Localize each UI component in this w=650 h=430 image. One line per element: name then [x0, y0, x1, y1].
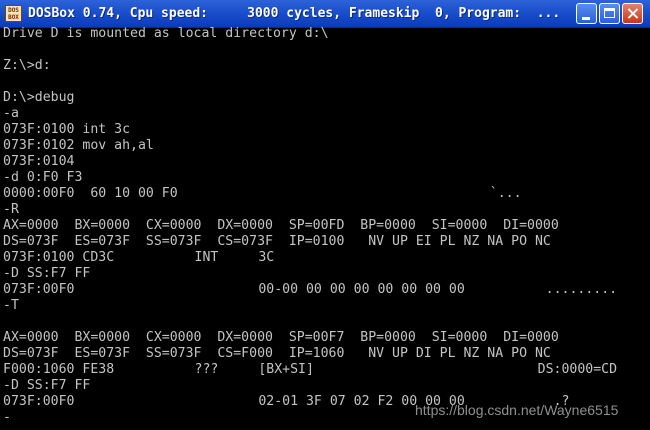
console-text: DS=073F ES=073F SS=073F CS=073F IP=0100 …: [3, 234, 551, 249]
console-line: 073F:0100 int 3c: [3, 122, 647, 138]
console-line: Drive D is mounted as local directory d:…: [3, 26, 647, 42]
console-text: 073F:0104: [3, 154, 75, 169]
console-text: Z:\>d:: [3, 58, 51, 73]
console-text: 073F:0102 mov ah,al: [3, 138, 154, 153]
console-line: 073F:0104: [3, 154, 647, 170]
console-line: -R: [3, 202, 647, 218]
console-text: DS=073F ES=073F SS=073F CS=F000 IP=1060 …: [3, 346, 551, 361]
console-text: 073F:00F0: [3, 394, 75, 409]
console-text: -a: [3, 106, 19, 121]
console-text: 0000:00F0 60 10 00 F0: [3, 186, 178, 201]
console-text: `...: [489, 186, 522, 201]
window-title: DOSBox 0.74, Cpu speed: 3000 cycles, Fra…: [28, 6, 561, 21]
console-line: AX=0000 BX=0000 CX=0000 DX=0000 SP=00F7 …: [3, 330, 647, 346]
console-text: .........: [545, 282, 618, 297]
console-text: DS:0000=CD: [537, 362, 618, 377]
console-line: -d 0:F0 F3: [3, 170, 647, 186]
console-line: -T: [3, 298, 647, 314]
console-line: DS=073F ES=073F SS=073F CS=073F IP=0100 …: [3, 234, 647, 250]
console-text: 073F:00F0: [3, 282, 75, 297]
console-text: -R: [3, 202, 19, 217]
console-text: -d 0:F0 F3: [3, 170, 83, 185]
console-text: Drive D is mounted as local directory d:…: [3, 26, 329, 41]
console-text: F000:1060 FE38: [3, 362, 115, 377]
console-line: F000:1060 FE38??? [BX+SI] DS:0000=CD: [3, 362, 647, 378]
maximize-icon[interactable]: [599, 3, 620, 24]
console-text: INT: [194, 250, 219, 265]
console-text: [BX+SI]: [258, 362, 314, 377]
dos-console[interactable]: Drive D is mounted as local directory d:…: [3, 26, 647, 428]
console-line: 0000:00F0 60 10 00 F0 `...: [3, 186, 647, 202]
close-icon[interactable]: [622, 3, 643, 24]
console-text: -T: [3, 298, 19, 313]
console-text: -D SS:F7 FF: [3, 266, 91, 281]
console-text: 073F:0100 int 3c: [3, 122, 131, 137]
title-bar[interactable]: DOS BOX DOSBox 0.74, Cpu speed: 3000 cyc…: [0, 0, 650, 28]
console-line: -D SS:F7 FF: [3, 266, 647, 282]
console-line: AX=0000 BX=0000 CX=0000 DX=0000 SP=00FD …: [3, 218, 647, 234]
console-line: DS=073F ES=073F SS=073F CS=F000 IP=1060 …: [3, 346, 647, 362]
console-text: D:\>debug: [3, 90, 75, 105]
console-line: 073F:00F0 00-00 00 00 00 00 00 00 00.....…: [3, 282, 647, 298]
console-line: 073F:0102 mov ah,al: [3, 138, 647, 154]
console-line: Z:\>d:: [3, 58, 647, 74]
console-text: AX=0000 BX=0000 CX=0000 DX=0000 SP=00F7 …: [3, 330, 559, 345]
console-text: ???: [194, 362, 219, 377]
console-line: 073F:0100 CD3C INT 3C: [3, 250, 647, 266]
console-text: 00-00 00 00 00 00 00 00 00: [258, 282, 465, 297]
console-text: AX=0000 BX=0000 CX=0000 DX=0000 SP=00FD …: [3, 218, 559, 233]
console-line: D:\>debug: [3, 90, 647, 106]
console-text: -D SS:F7 FF: [3, 378, 91, 393]
dosbox-app-icon[interactable]: DOS BOX: [5, 5, 22, 22]
console-text: 073F:0100 CD3C: [3, 250, 115, 265]
console-text: -: [3, 410, 11, 425]
console-line: -D SS:F7 FF: [3, 378, 647, 394]
minimize-icon[interactable]: [576, 3, 597, 24]
console-text: 3C: [258, 250, 275, 265]
console-line: -a: [3, 106, 647, 122]
watermark-text: https://blog.csdn.net/Wayne6515: [415, 402, 619, 418]
